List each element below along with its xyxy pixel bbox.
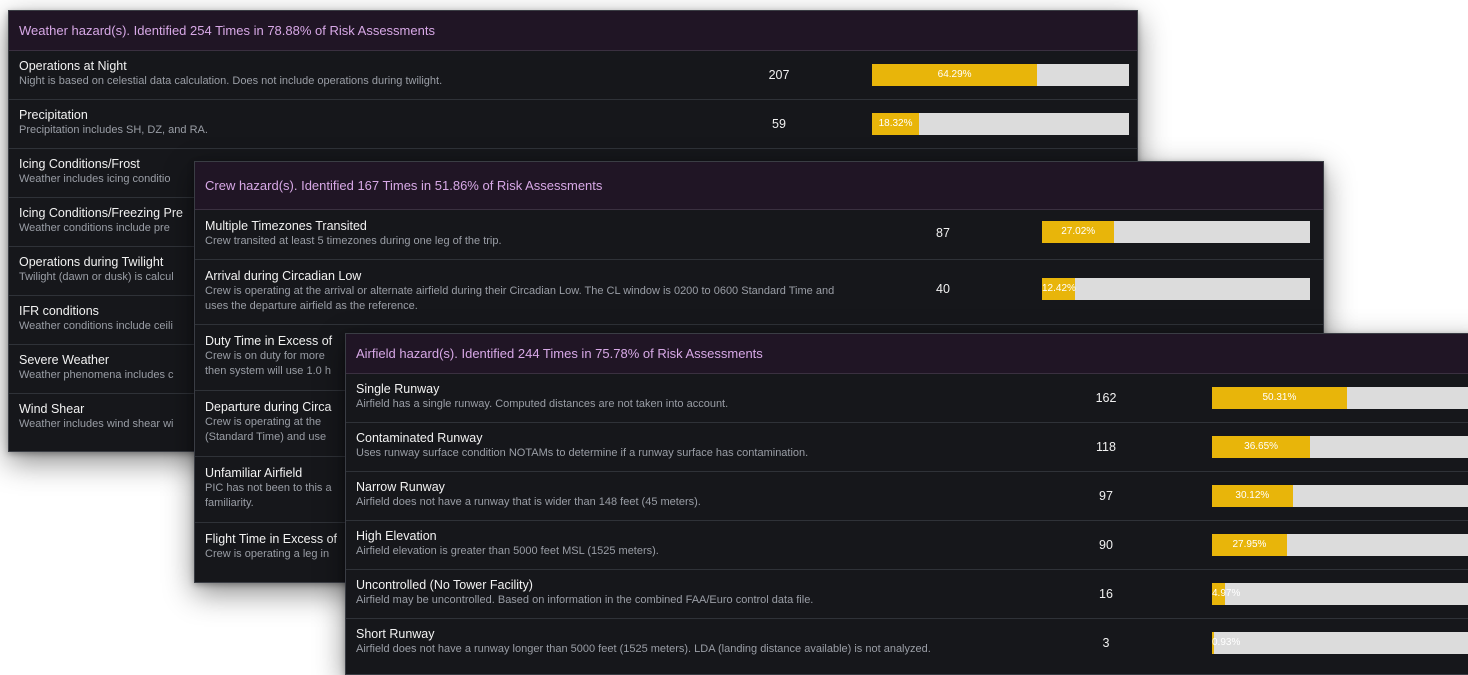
- hazard-percent-bar: 64.29%: [872, 64, 1129, 86]
- airfield-hazards-panel: Airfield hazard(s). Identified 244 Times…: [345, 333, 1468, 675]
- hazard-row[interactable]: Operations at Night Night is based on ce…: [9, 51, 1137, 100]
- hazard-percent-label: 27.95%: [1232, 539, 1267, 550]
- hazard-count: 59: [772, 117, 786, 131]
- hazard-percent-bar: 36.65%: [1212, 436, 1468, 458]
- hazard-percent-bar: 12.42%: [1042, 278, 1310, 300]
- hazard-percent-label: 30.12%: [1235, 490, 1270, 501]
- hazard-row[interactable]: Short Runway Airfield does not have a ru…: [346, 619, 1468, 668]
- hazard-percent-label: 18.32%: [878, 118, 913, 129]
- hazard-count: 87: [936, 226, 950, 240]
- hazard-row[interactable]: Multiple Timezones Transited Crew transi…: [195, 210, 1323, 260]
- hazard-percent-label: 27.02%: [1061, 226, 1096, 237]
- hazard-percent-label: 64.29%: [937, 69, 972, 80]
- hazard-count: 97: [1099, 489, 1113, 503]
- hazard-row[interactable]: Uncontrolled (No Tower Facility) Airfiel…: [346, 570, 1468, 619]
- hazard-description: Crew is operating at the (Standard Time)…: [205, 416, 327, 443]
- hazard-count: 118: [1096, 440, 1116, 454]
- hazard-description: Crew is operating at the arrival or alte…: [205, 285, 835, 312]
- hazard-row[interactable]: Narrow Runway Airfield does not have a r…: [346, 472, 1468, 521]
- hazard-percent-bar: 50.31%: [1212, 387, 1468, 409]
- hazard-row[interactable]: High Elevation Airfield elevation is gre…: [346, 521, 1468, 570]
- hazard-row[interactable]: Arrival during Circadian Low Crew is ope…: [195, 260, 1323, 325]
- hazard-row[interactable]: Single Runway Airfield has a single runw…: [346, 374, 1468, 423]
- hazard-count: 162: [1095, 391, 1117, 405]
- hazard-description: Crew is on duty for more then system wil…: [205, 350, 331, 377]
- hazard-percent-bar: 18.32%: [872, 113, 1129, 135]
- hazard-count: 16: [1099, 587, 1113, 601]
- hazard-count: 207: [768, 68, 790, 82]
- hazard-count: 40: [936, 282, 950, 296]
- hazard-title: Arrival during Circadian Low: [205, 269, 362, 283]
- hazard-percent-label: 50.31%: [1262, 392, 1297, 403]
- hazard-row[interactable]: Contaminated Runway Uses runway surface …: [346, 423, 1468, 472]
- weather-hazards-header: Weather hazard(s). Identified 254 Times …: [9, 11, 1137, 51]
- hazard-row[interactable]: Precipitation Precipitation includes SH,…: [9, 100, 1137, 149]
- hazard-title: Unfamiliar Airfield: [205, 466, 303, 480]
- hazard-percent-bar: 27.95%: [1212, 534, 1468, 556]
- hazard-title: Duty Time in Excess of: [205, 334, 333, 348]
- hazard-count: 3: [1102, 636, 1110, 650]
- hazard-title: Departure during Circa: [205, 400, 332, 414]
- hazard-count: 90: [1099, 538, 1113, 552]
- hazard-percent-label: 12.42%: [1042, 283, 1076, 294]
- hazard-percent-label: 36.65%: [1244, 441, 1279, 452]
- hazard-percent-bar: 4.97%: [1212, 583, 1468, 605]
- hazard-percent-bar: 30.12%: [1212, 485, 1468, 507]
- hazard-percent-bar: 27.02%: [1042, 221, 1310, 243]
- crew-hazards-header: Crew hazard(s). Identified 167 Times in …: [195, 162, 1323, 210]
- hazard-percent-bar: 0.93%: [1212, 632, 1468, 654]
- airfield-hazards-header: Airfield hazard(s). Identified 244 Times…: [346, 334, 1468, 374]
- hazard-description: PIC has not been to this a familiarity.: [205, 482, 332, 509]
- hazard-percent-label: 4.97%: [1212, 588, 1241, 599]
- hazard-percent-label: 0.93%: [1212, 637, 1241, 648]
